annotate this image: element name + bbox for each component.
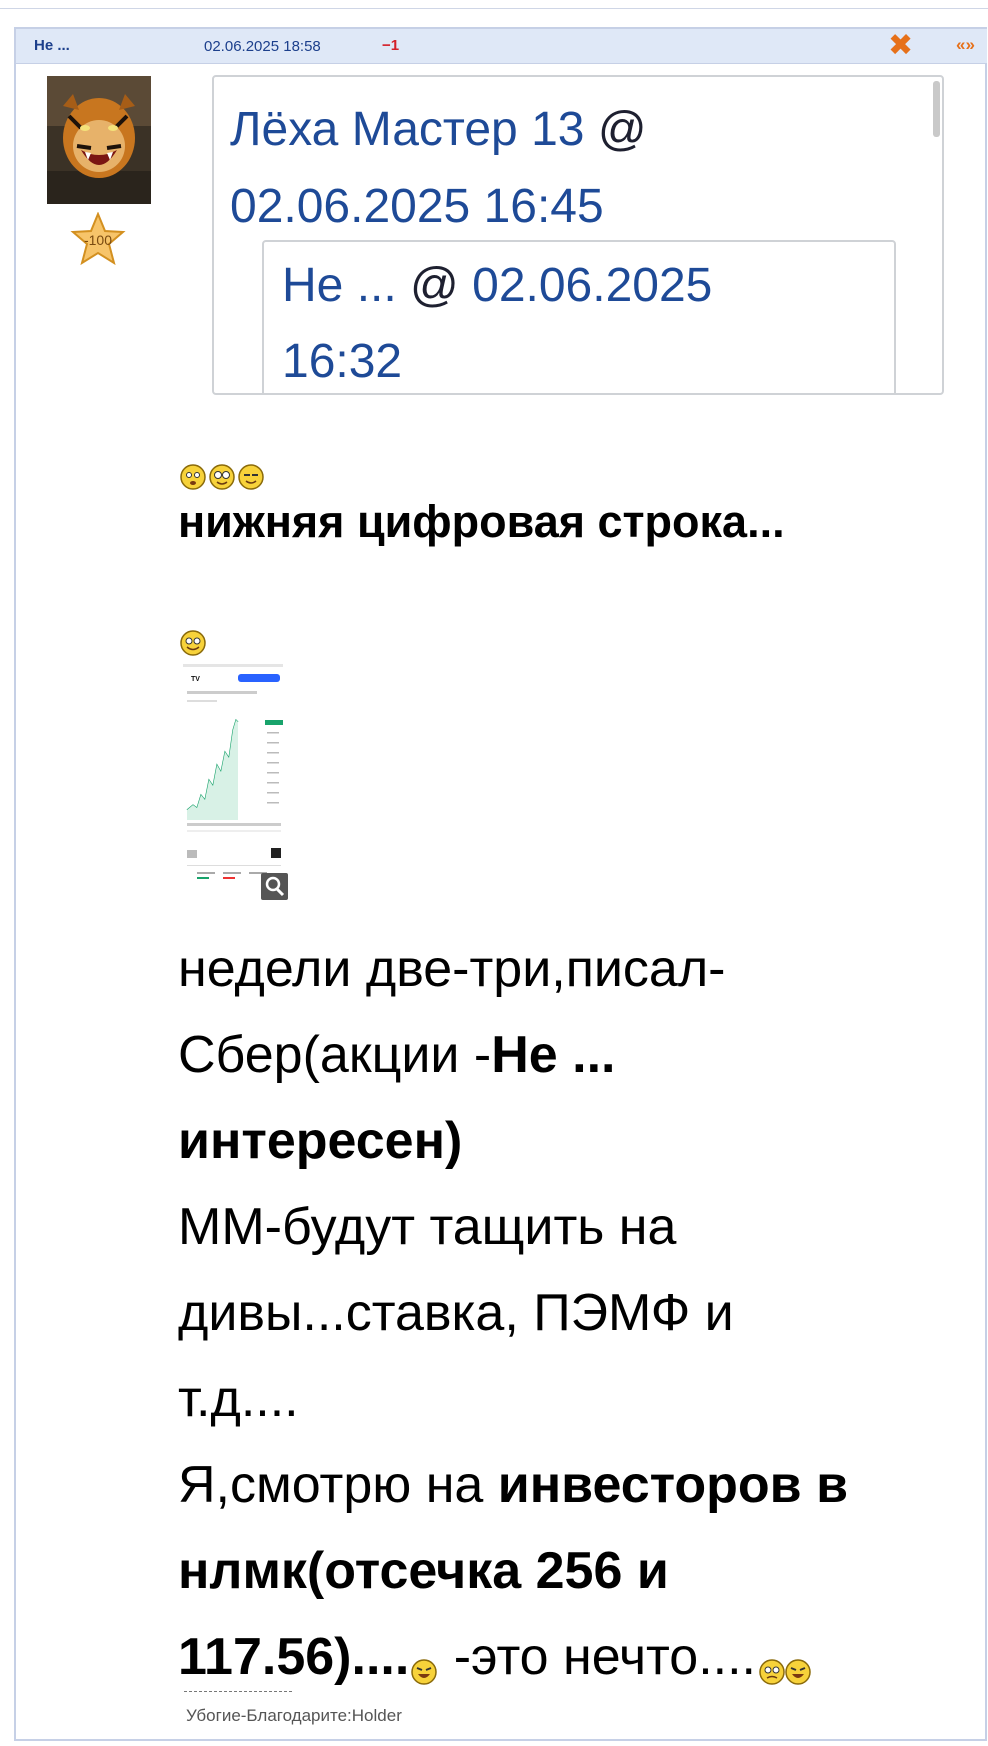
quote-datetime-link[interactable]: 02.06.2025 16:45	[230, 180, 604, 233]
smiley-icon	[180, 630, 206, 656]
quote-block: Лёха Мастер 13 @ 02.06.2025 16:45 Не ...…	[212, 75, 944, 395]
close-icon[interactable]: ✖	[888, 29, 913, 63]
post-body: недели две-три,писал- Сбер(акции -Не ...…	[178, 926, 968, 1700]
nested-quote-header: Не ... @ 02.06.2025 16:32	[282, 248, 862, 393]
post-bold-text: Не ...	[491, 1026, 616, 1084]
post-bold-text: интересен)	[178, 1112, 463, 1170]
nested-quote-author-link[interactable]: Не ...	[282, 259, 397, 312]
post-line: т.д....	[178, 1370, 299, 1428]
nested-quote-date-link[interactable]: 02.06.2025	[472, 259, 712, 312]
post-rating[interactable]: −1	[382, 37, 399, 54]
post-datetime: 02.06.2025 18:58	[204, 38, 321, 55]
thumbnail-logo: TV	[191, 676, 200, 683]
nested-quote-block: Не ... @ 02.06.2025 16:32	[262, 240, 896, 393]
nested-quote-at-sign: @	[410, 259, 459, 312]
post-line: Я,смотрю на инвесторов в	[178, 1442, 968, 1528]
post-line: нлмк(отсечка 256 и	[178, 1528, 968, 1614]
quote-icon[interactable]: «»	[956, 35, 975, 55]
magnifier-icon	[265, 876, 285, 897]
post-line: Сбер(акции -Не ...	[178, 1012, 968, 1098]
karma-value: -100	[84, 232, 112, 248]
post-bold-text: нлмк(отсечка 256 и	[178, 1542, 669, 1600]
post-line: ММ-будут тащить на	[178, 1198, 677, 1256]
attached-image-thumbnail[interactable]: TV	[183, 660, 288, 900]
smiley-icons	[180, 464, 264, 490]
smiley-pair-icon	[759, 1659, 811, 1685]
post-bold-text: 117.56)....	[178, 1628, 410, 1686]
post-text: -это нечто....	[439, 1628, 756, 1686]
quote-scrollbar[interactable]	[933, 81, 940, 137]
post-header: Не ... 02.06.2025 18:58 −1 ✖ «»	[16, 29, 987, 64]
avatar[interactable]	[47, 76, 151, 204]
post-line: 117.56).... -это нечто....	[178, 1614, 968, 1700]
signature-divider	[184, 1691, 292, 1693]
smiley-row	[178, 462, 268, 492]
zoom-icon[interactable]	[261, 873, 288, 900]
post-line: недели две-три,писал-	[178, 940, 726, 998]
post-line: интересен)	[178, 1098, 968, 1184]
nested-quote-time-link[interactable]: 16:32	[282, 335, 402, 388]
top-divider	[0, 8, 988, 9]
quote-at-sign: @	[597, 103, 647, 156]
quote-author-link[interactable]: Лёха Мастер 13	[230, 103, 584, 156]
quote-header: Лёха Мастер 13 @ 02.06.2025 16:45	[230, 91, 890, 245]
post-author-link[interactable]: Не ...	[34, 37, 70, 54]
post-bold-text: инвесторов в	[497, 1456, 849, 1514]
chart-screenshot-image: TV	[183, 660, 288, 900]
post-text: Я,смотрю на	[178, 1456, 498, 1514]
tiger-avatar-image	[47, 76, 151, 204]
karma-star-icon: -100	[70, 212, 126, 266]
post-line: дивы...ставка, ПЭМФ и	[178, 1284, 734, 1342]
post-text: Сбер(акции -	[178, 1026, 492, 1084]
signature: Убогие-Благодарите:Holder	[186, 1706, 402, 1725]
post-heading: нижняя цифровая строка...	[178, 496, 785, 547]
laughing-smiley-icon	[411, 1659, 438, 1685]
